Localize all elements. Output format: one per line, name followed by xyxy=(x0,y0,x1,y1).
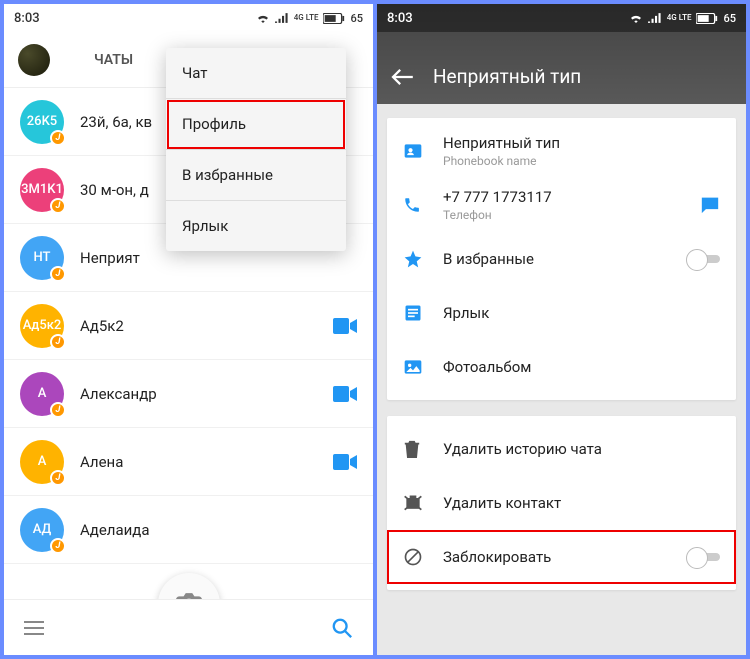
block-icon xyxy=(403,547,443,567)
network-label: 4G LTE xyxy=(294,14,319,22)
wifi-icon xyxy=(256,13,270,23)
video-call-button[interactable] xyxy=(333,318,357,334)
videocam-icon xyxy=(333,454,357,470)
contact-avatar: 3M1K1J xyxy=(20,168,64,212)
status-bar: 8:03 4G LTE 65 xyxy=(4,4,373,32)
contact-avatar: АJ xyxy=(20,372,64,416)
signal-icon xyxy=(275,13,289,23)
status-icons: 4G LTE 65 xyxy=(256,12,363,25)
contact-name-value: Неприятный тип xyxy=(443,134,720,152)
menu-favorite[interactable]: В избранные xyxy=(166,150,346,201)
favorite-label: В избранные xyxy=(443,250,686,268)
contact-name: Ад5к2 xyxy=(80,317,333,335)
profile-body[interactable]: Неприятный тип Phonebook name +7 777 177… xyxy=(377,104,746,655)
delete-contact-label: Удалить контакт xyxy=(443,494,720,512)
badge-icon: J xyxy=(50,334,66,350)
status-icons: 4G LTE 65 xyxy=(629,12,736,25)
row-delete-history[interactable]: Удалить историю чата xyxy=(387,422,736,476)
block-toggle[interactable] xyxy=(686,547,720,567)
contact-avatar: АДJ xyxy=(20,508,64,552)
status-bar: 8:03 4G LTE 65 xyxy=(377,4,746,32)
trash-icon xyxy=(403,439,443,459)
network-label: 4G LTE xyxy=(667,14,692,22)
phone-icon xyxy=(403,196,443,214)
contact-name: Аделаида xyxy=(80,521,357,539)
row-block[interactable]: Заблокировать xyxy=(387,530,736,584)
menu-profile[interactable]: Профиль xyxy=(166,99,346,150)
search-icon xyxy=(331,617,353,639)
message-button[interactable] xyxy=(700,196,720,214)
bottom-bar xyxy=(4,599,373,655)
contact-avatar: Ад5к2J xyxy=(20,304,64,348)
chat-icon xyxy=(700,196,720,214)
card-actions: Удалить историю чата Удалить контакт Заб… xyxy=(387,416,736,590)
status-time: 8:03 xyxy=(14,11,40,26)
wifi-icon xyxy=(629,13,643,23)
phone-value: +7 777 1773117 xyxy=(443,188,700,206)
battery-level: 65 xyxy=(723,12,736,25)
screen-right: 8:03 4G LTE 65 Неприятный тип Неприятный… xyxy=(377,4,746,655)
shortcut-label: Ярлык xyxy=(443,304,720,322)
contact-name: Алена xyxy=(80,453,333,471)
signal-icon xyxy=(648,13,662,23)
contact-avatar: 26K5J xyxy=(20,100,64,144)
delete-contact-icon xyxy=(403,493,443,513)
video-call-button[interactable] xyxy=(333,454,357,470)
delete-history-label: Удалить историю чата xyxy=(443,440,720,458)
contact-avatar: АJ xyxy=(20,440,64,484)
phonebook-label: Phonebook name xyxy=(443,154,720,168)
contact-row[interactable]: АJ Александр xyxy=(4,360,373,428)
badge-icon: J xyxy=(50,198,66,214)
shortcut-icon xyxy=(403,303,443,323)
videocam-icon xyxy=(333,386,357,402)
battery-level: 65 xyxy=(350,12,363,25)
tab-chats[interactable]: ЧАТЫ xyxy=(90,34,137,86)
badge-icon: J xyxy=(50,538,66,554)
status-time: 8:03 xyxy=(387,11,413,26)
row-shortcut[interactable]: Ярлык xyxy=(387,286,736,340)
back-button[interactable] xyxy=(391,68,413,86)
badge-icon: J xyxy=(50,470,66,486)
favorite-toggle[interactable] xyxy=(686,249,720,269)
context-menu: Чат Профиль В избранные Ярлык xyxy=(166,48,346,251)
badge-icon: J xyxy=(50,130,66,146)
contact-avatar: НТJ xyxy=(20,236,64,280)
battery-icon xyxy=(323,13,345,24)
menu-chat[interactable]: Чат xyxy=(166,48,346,99)
back-arrow-icon xyxy=(391,68,413,86)
row-favorite[interactable]: В избранные xyxy=(387,232,736,286)
badge-icon: J xyxy=(50,266,66,282)
contact-name: Александр xyxy=(80,385,333,403)
phone-label: Телефон xyxy=(443,208,700,222)
hamburger-icon xyxy=(24,621,44,635)
row-contact-name: Неприятный тип Phonebook name xyxy=(387,124,736,178)
photoalbum-label: Фотоальбом xyxy=(443,358,720,376)
badge-icon: J xyxy=(50,402,66,418)
menu-button[interactable] xyxy=(24,621,44,635)
profile-header: 8:03 4G LTE 65 Неприятный тип xyxy=(377,4,746,104)
tabs: ЧАТЫ xyxy=(90,34,137,86)
screen-left: 8:03 4G LTE 65 ЧАТЫ 26K5J23й, 6а, кв3M1K… xyxy=(4,4,373,655)
photo-icon xyxy=(403,358,443,376)
row-phone[interactable]: +7 777 1773117 Телефон xyxy=(387,178,736,232)
row-delete-contact[interactable]: Удалить контакт xyxy=(387,476,736,530)
menu-shortcut[interactable]: Ярлык xyxy=(166,201,346,251)
contact-name: Неприят xyxy=(80,249,357,267)
star-icon xyxy=(403,249,443,269)
contact-row[interactable]: АДJ Аделаида xyxy=(4,496,373,564)
search-button[interactable] xyxy=(331,617,353,639)
contact-row[interactable]: Ад5к2J Ад5к2 xyxy=(4,292,373,360)
battery-icon xyxy=(696,13,718,24)
videocam-icon xyxy=(333,318,357,334)
row-photoalbum[interactable]: Фотоальбом xyxy=(387,340,736,394)
profile-title: Неприятный тип xyxy=(433,65,581,88)
card-info: Неприятный тип Phonebook name +7 777 177… xyxy=(387,118,736,400)
contact-row[interactable]: АJ Алена xyxy=(4,428,373,496)
contact-card-icon xyxy=(403,141,443,161)
video-call-button[interactable] xyxy=(333,386,357,402)
user-avatar[interactable] xyxy=(18,44,50,76)
block-label: Заблокировать xyxy=(443,548,686,566)
